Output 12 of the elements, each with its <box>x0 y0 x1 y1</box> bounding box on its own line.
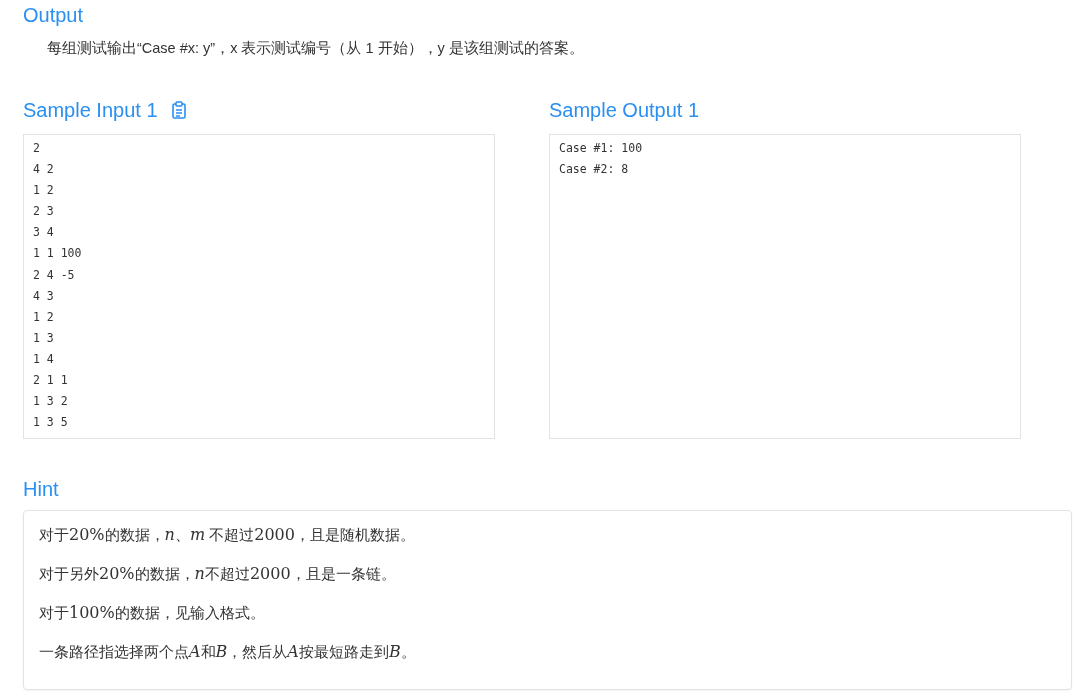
clipboard-icon[interactable] <box>171 101 186 119</box>
section-title: Output <box>23 3 85 27</box>
hint-text: 一条路径指选择两个点A和B，然后从A按最短路走到B。 <box>39 641 417 663</box>
section-title: Hint <box>23 477 60 501</box>
hint-text: 对于另外20%的数据，n不超过2000，且是一条链。 <box>39 563 397 585</box>
sample-title: Sample Output 1 <box>549 98 700 122</box>
output-description: 每组测试输出“Case #x: y”，x 表示测试编号（从 1 开始），y 是该组测试的答案。 <box>47 39 585 58</box>
hint-text: 对于100%的数据，见输入格式。 <box>39 602 266 624</box>
code-block: 2 4 2 1 2 2 3 3 4 1 1 100 2 4 -5 4 3 1 2 1 3 1 4 2 1 1 1 3 2 1 3 5 <box>23 134 495 439</box>
code-block: Case #1: 100 Case #2: 8 <box>549 134 1021 439</box>
sample-title: Sample Input 1 <box>23 98 158 122</box>
hint-text: 对于20%的数据，n、m 不超过2000，且是随机数据。 <box>39 524 416 546</box>
